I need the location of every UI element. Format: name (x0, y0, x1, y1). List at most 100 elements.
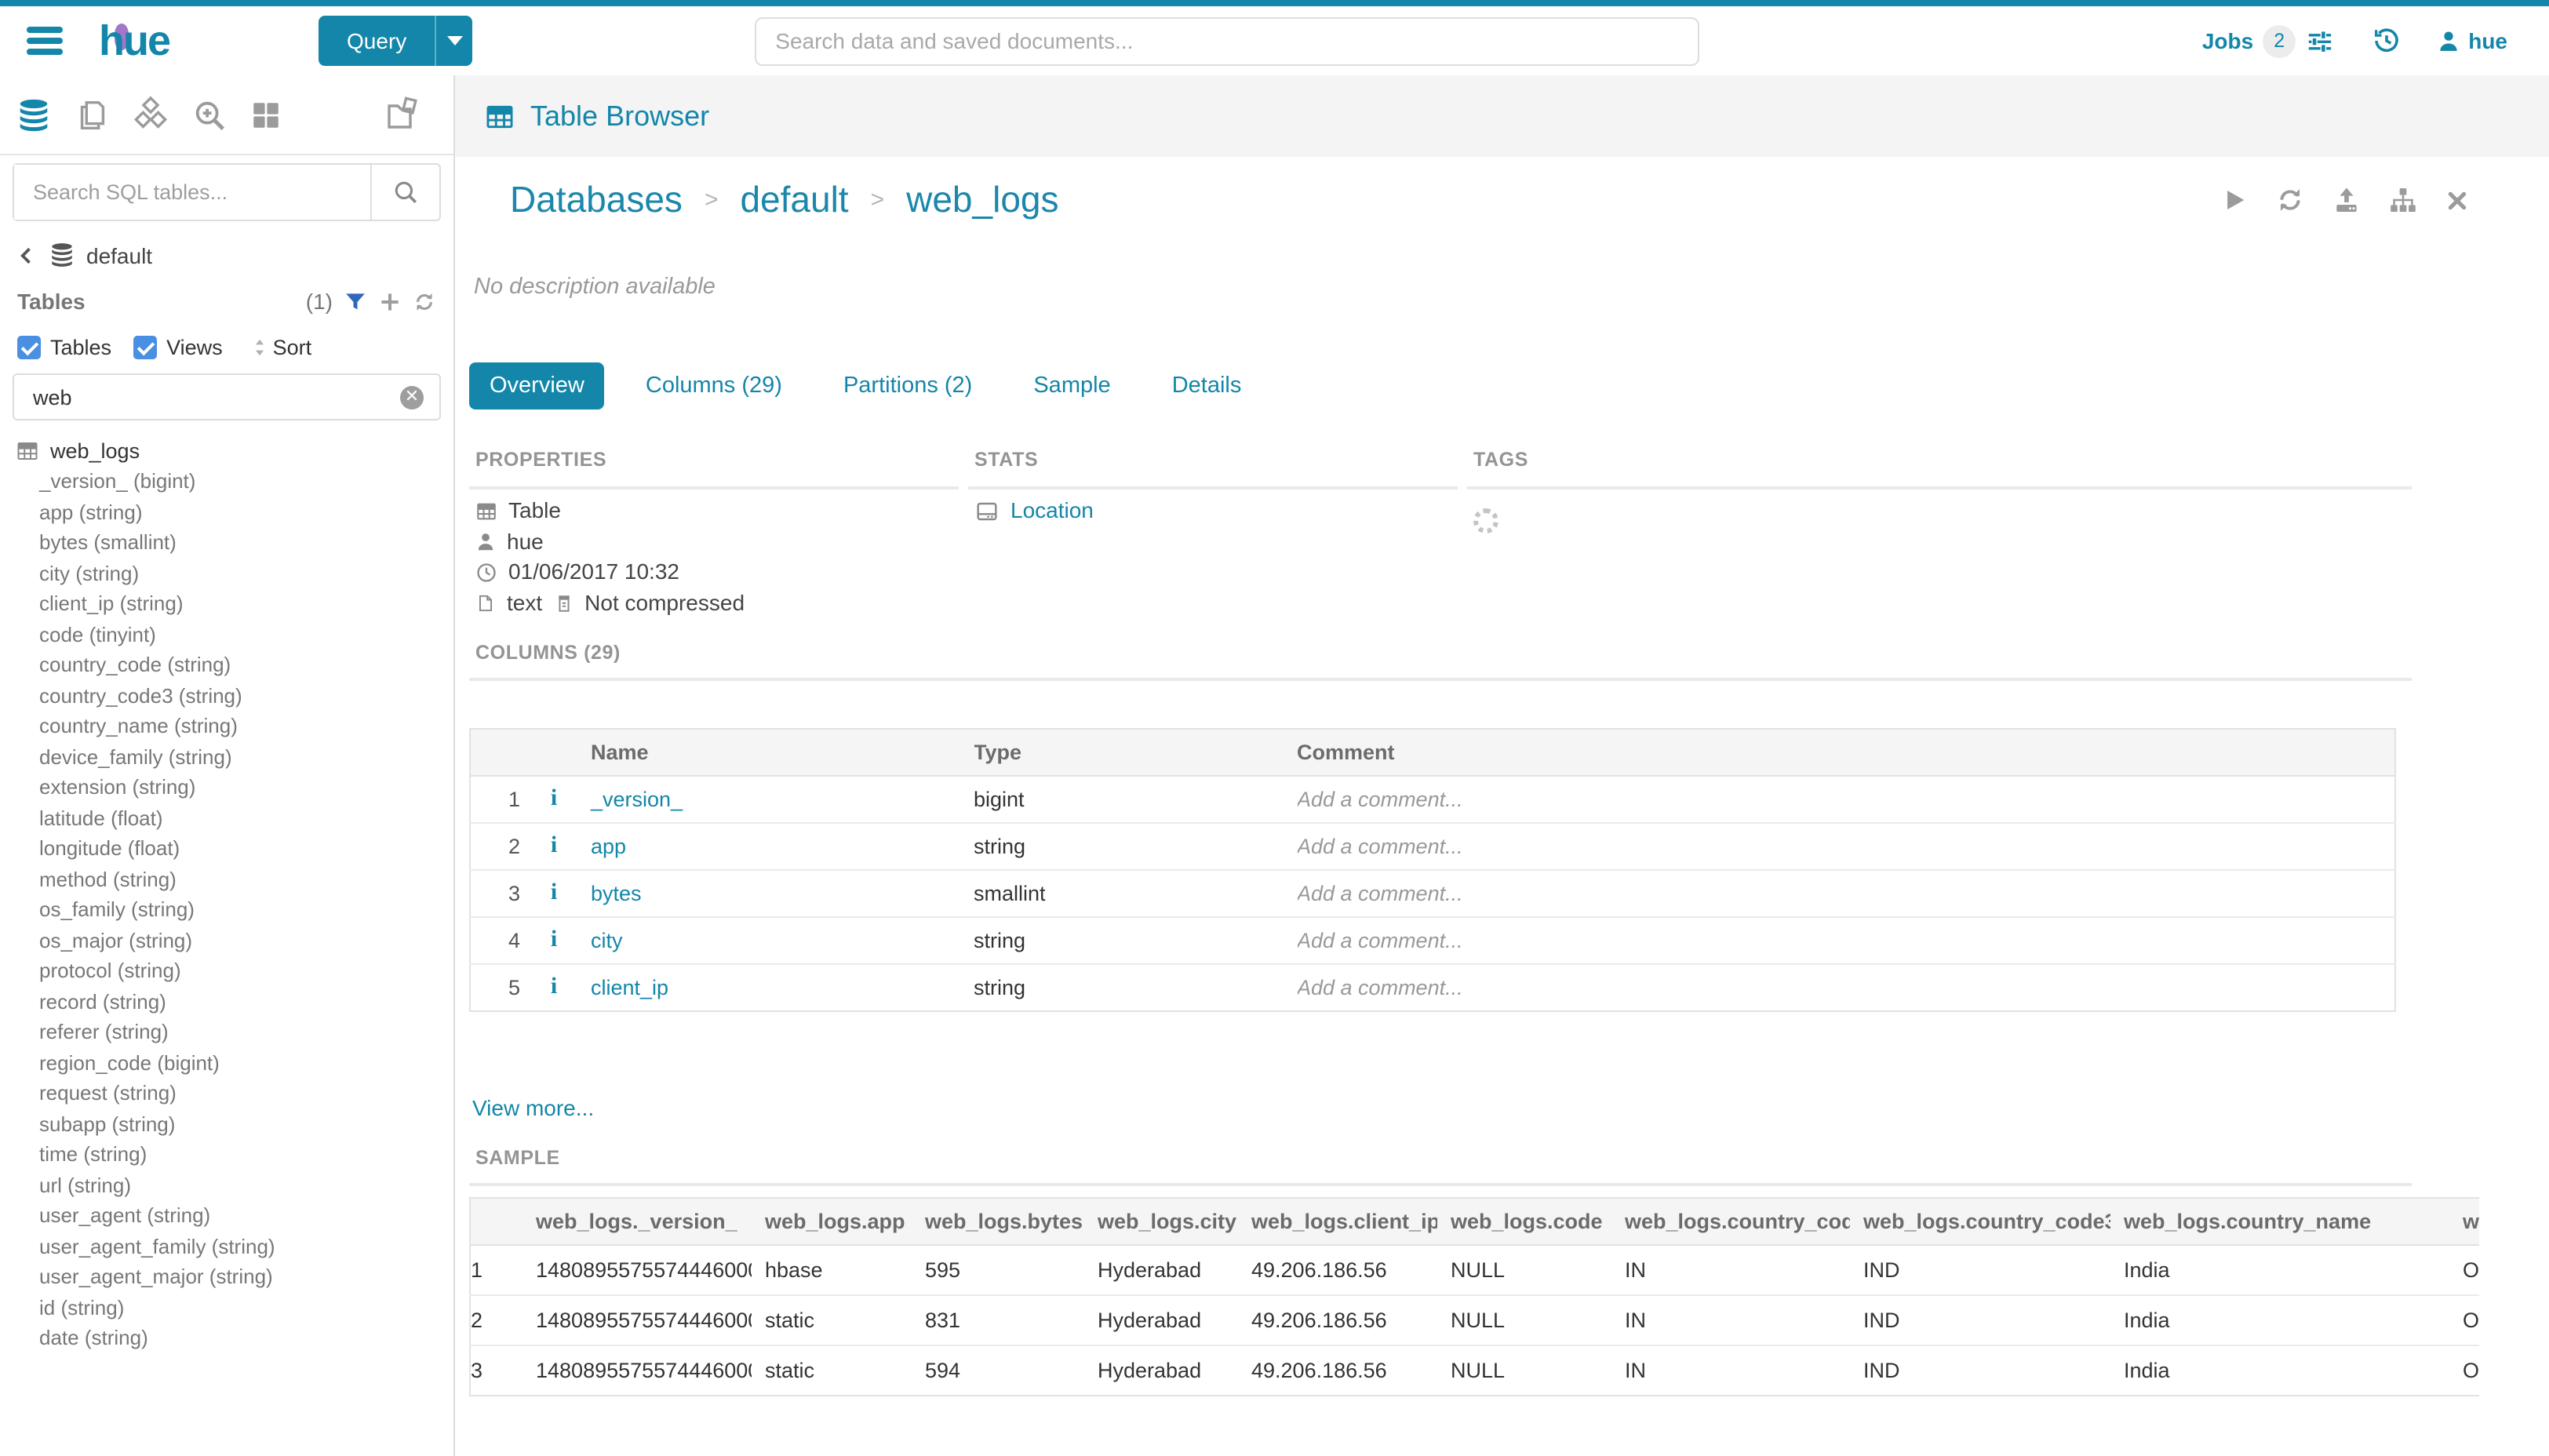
column-list-item[interactable]: time (string) (0, 1139, 453, 1170)
column-list-item[interactable]: url (string) (0, 1170, 453, 1200)
folder-documents-icon[interactable] (384, 96, 422, 133)
documents-source-icon[interactable] (74, 96, 110, 133)
tab-columns-29[interactable]: Columns (29) (625, 362, 803, 410)
info-icon[interactable]: i (551, 927, 557, 952)
column-name-link[interactable]: bytes (591, 882, 642, 905)
columns-header-name: Name (575, 729, 974, 776)
sample-cell: India (2110, 1295, 2449, 1345)
column-list-item[interactable]: extension (string) (0, 772, 453, 803)
column-list-item[interactable]: region_code (bigint) (0, 1047, 453, 1078)
info-icon[interactable]: i (551, 880, 557, 905)
breadcrumb-database[interactable]: default (740, 179, 848, 221)
query-button[interactable]: Query (319, 16, 472, 66)
column-list-item[interactable]: os_major (string) (0, 925, 453, 956)
history-icon[interactable] (2372, 27, 2401, 55)
sitemap-lineage-icon[interactable] (2388, 185, 2418, 215)
sidebar-search (13, 163, 441, 221)
column-list-item[interactable]: user_agent_family (string) (0, 1231, 453, 1261)
filter-funnel-icon[interactable] (344, 289, 367, 313)
location-link[interactable]: Location (1010, 496, 1094, 526)
column-info-cell: i (533, 870, 575, 917)
sample-cell: static (751, 1295, 911, 1345)
column-list-item[interactable]: client_ip (string) (0, 588, 453, 619)
refresh-icon[interactable] (413, 289, 436, 313)
database-name[interactable]: default (86, 242, 152, 268)
hdfs-source-icon[interactable] (132, 96, 169, 133)
table-filter-input[interactable] (14, 385, 400, 409)
hue-app: hue Query Jobs 2 hue (0, 0, 2549, 1456)
info-icon[interactable]: i (551, 786, 557, 811)
column-list-item[interactable]: protocol (string) (0, 956, 453, 986)
add-icon[interactable] (378, 289, 402, 313)
column-list-item[interactable]: method (string) (0, 864, 453, 894)
column-list-item[interactable]: bytes (smallint) (0, 527, 453, 558)
chevron-left-icon[interactable] (16, 244, 38, 266)
hue-logo[interactable]: hue (99, 16, 169, 65)
user-icon[interactable] (2437, 29, 2460, 53)
column-list-item[interactable]: user_agent_major (string) (0, 1261, 453, 1292)
column-list-item[interactable]: referer (string) (0, 1017, 453, 1047)
column-list-item[interactable]: country_code3 (string) (0, 680, 453, 711)
column-comment[interactable]: Add a comment... (1297, 917, 2395, 964)
search-index-source-icon[interactable] (191, 96, 228, 133)
tab-overview[interactable]: Overview (469, 362, 605, 410)
column-name-link[interactable]: city (591, 929, 623, 952)
column-list-item[interactable]: request (string) (0, 1078, 453, 1108)
views-checkbox[interactable] (133, 336, 157, 359)
breadcrumb-table[interactable]: web_logs (906, 179, 1058, 221)
column-list-item[interactable]: latitude (float) (0, 803, 453, 833)
sample-row-number: 3 (470, 1345, 522, 1396)
refresh-table-icon[interactable] (2275, 185, 2305, 215)
column-list-item[interactable]: record (string) (0, 986, 453, 1017)
info-icon[interactable]: i (551, 833, 557, 858)
jobs-link[interactable]: Jobs (2202, 28, 2253, 53)
column-list-item[interactable]: code (tinyint) (0, 619, 453, 650)
query-play-icon[interactable] (2222, 187, 2249, 213)
column-comment[interactable]: Add a comment... (1297, 776, 2395, 823)
hamburger-menu-icon[interactable] (27, 22, 63, 60)
query-dropdown-caret[interactable] (435, 16, 472, 66)
column-name-link[interactable]: app (591, 835, 626, 858)
column-list-item[interactable]: country_code (string) (0, 650, 453, 680)
column-list-item[interactable]: app (string) (0, 497, 453, 527)
tab-sample[interactable]: Sample (1013, 362, 1131, 410)
column-list-item[interactable]: id (string) (0, 1292, 453, 1323)
tab-partitions-2[interactable]: Partitions (2) (823, 362, 992, 410)
sliders-icon[interactable] (2307, 27, 2333, 54)
column-list-item[interactable]: subapp (string) (0, 1108, 453, 1139)
info-icon[interactable]: i (551, 974, 557, 999)
column-list-item[interactable]: date (string) (0, 1323, 453, 1353)
table-list-item[interactable]: web_logs (0, 435, 453, 466)
close-icon[interactable] (2445, 187, 2470, 213)
sidebar-search-input[interactable] (14, 165, 370, 220)
column-list-item[interactable]: city (string) (0, 558, 453, 588)
column-name-link[interactable]: _version_ (591, 788, 683, 811)
column-list-item[interactable]: device_family (string) (0, 741, 453, 772)
username-label[interactable]: hue (2468, 28, 2507, 53)
breadcrumb-databases[interactable]: Databases (510, 179, 683, 221)
table-columns-list: _version_ (bigint)app (string)bytes (sma… (0, 466, 453, 1353)
sort-control[interactable]: Sort (251, 336, 312, 359)
sql-source-icon[interactable] (16, 96, 52, 133)
column-comment[interactable]: Add a comment... (1297, 870, 2395, 917)
column-comment[interactable]: Add a comment... (1297, 964, 2395, 1011)
import-upload-icon[interactable] (2332, 185, 2361, 215)
global-search-input[interactable] (755, 16, 1699, 65)
clear-filter-icon[interactable]: ✕ (400, 385, 424, 409)
column-list-item[interactable]: os_family (string) (0, 894, 453, 925)
apps-grid-source-icon[interactable] (249, 98, 282, 131)
column-list-item[interactable]: longitude (float) (0, 833, 453, 864)
column-list-item[interactable]: user_agent (string) (0, 1200, 453, 1231)
column-name-cell: app (575, 823, 974, 870)
view-more-link[interactable]: View more... (472, 1095, 2549, 1120)
column-row-number: 4 (470, 917, 533, 964)
column-list-item[interactable]: _version_ (bigint) (0, 466, 453, 497)
column-comment[interactable]: Add a comment... (1297, 823, 2395, 870)
sidebar-search-button[interactable] (370, 165, 439, 220)
column-list-item[interactable]: country_name (string) (0, 711, 453, 741)
column-name-link[interactable]: client_ip (591, 976, 668, 999)
tables-checkbox-label: Tables (50, 336, 111, 359)
tab-details[interactable]: Details (1152, 362, 1262, 410)
sample-cell: O (2449, 1245, 2479, 1295)
tables-checkbox[interactable] (17, 336, 41, 359)
